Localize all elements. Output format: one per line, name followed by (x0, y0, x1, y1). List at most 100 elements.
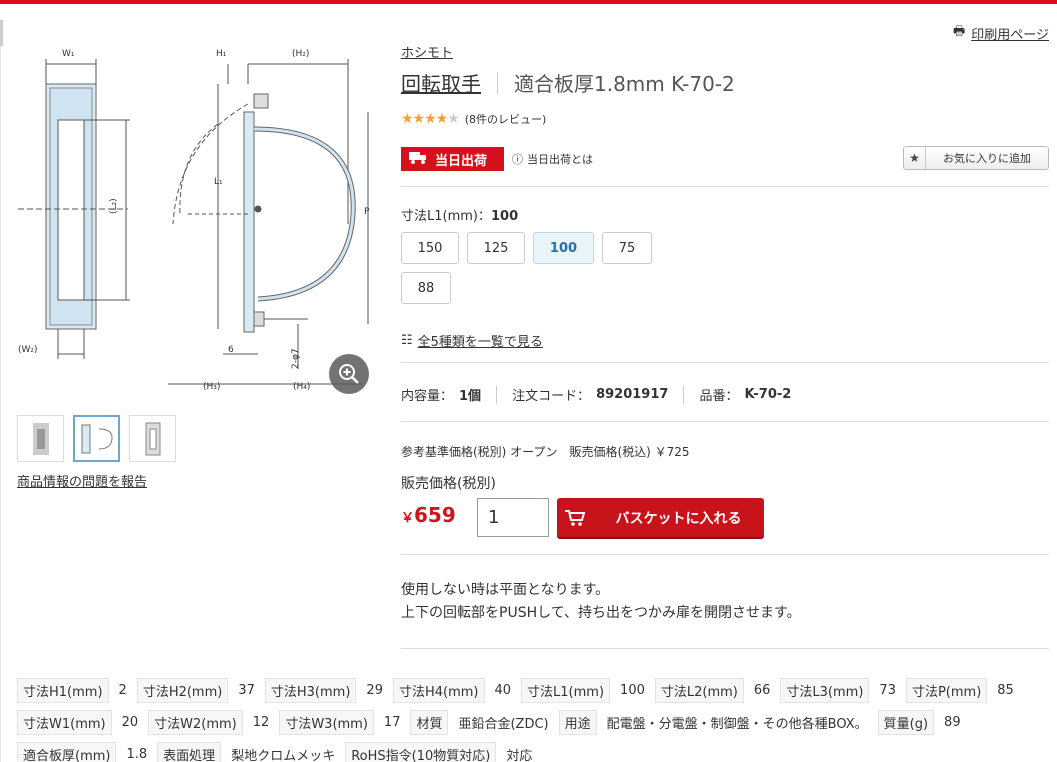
top-accent-bar (0, 0, 1057, 4)
spec-value: 40 (494, 682, 512, 698)
thumbnail-image-front (145, 422, 160, 455)
spec-key: 寸法W2(mm) (148, 709, 243, 735)
sales-price-label: 販売価格(税別) (401, 476, 496, 492)
same-day-info-label: 当日出荷とは (527, 153, 593, 166)
content-label: 内容量： (401, 389, 454, 404)
size-option-150[interactable]: 150 (401, 232, 459, 264)
add-to-basket-label: バスケットに入れる (615, 510, 742, 527)
spec-value: 2 (118, 682, 127, 698)
spec-key: 寸法L2(mm) (654, 677, 744, 703)
spec-value: 100 (620, 682, 645, 698)
spec-key: 寸法H3(mm) (264, 677, 357, 703)
add-favorite-button[interactable]: ★ お気に入りに追加 (903, 146, 1049, 170)
size-option-88[interactable]: 88 (401, 272, 451, 304)
drawing-label-w2: (W₂) (18, 345, 38, 355)
spec-value: 梨地クロムメッキ (231, 748, 336, 762)
spec-value: 29 (366, 682, 383, 698)
spec-key: 寸法L1(mm) (521, 677, 611, 703)
spec-key: 適合板厚(mm) (17, 741, 117, 762)
size-selected-value: 100 (491, 209, 519, 224)
same-day-badge: 当日出荷 (401, 147, 504, 171)
left-border (0, 22, 1, 762)
part-number-value: K-70-2 (744, 387, 792, 402)
spec-value: 66 (753, 682, 771, 698)
size-option-100[interactable]: 100 (533, 232, 594, 264)
drawing-label-w1: W₁ (62, 49, 75, 59)
description-line: 上下の回転部をPUSHして、持ち出をつかみ扉を開閉させます。 (401, 605, 801, 621)
order-code-value: 89201917 (596, 387, 669, 402)
spec-key: 寸法H1(mm) (17, 677, 109, 703)
star-rating-icon: ★★★★★ (401, 111, 460, 127)
thumbnail-1[interactable] (17, 415, 64, 462)
thumbnail-image-drawing (81, 424, 113, 453)
thumbnail-3[interactable] (129, 415, 176, 462)
view-all-variants-link[interactable]: ☷ 全5種類を一覧で見る (401, 331, 543, 350)
price-value: 659 (414, 503, 456, 527)
add-favorite-label: お気に入りに追加 (943, 152, 1031, 165)
spec-key: 寸法H2(mm) (136, 677, 229, 703)
quantity-input[interactable]: 1 (477, 498, 549, 537)
drawing-label-h3: (H₃) (203, 382, 220, 392)
thumbnail-strip (17, 415, 176, 462)
product-name[interactable]: 回転取手 (401, 68, 481, 97)
spec-row: 寸法W1(mm) 20 寸法W2(mm) 12 寸法W3(mm) 17 材質 亜鉛合金(… (17, 706, 1052, 738)
content-value: 1個 (459, 389, 482, 404)
print-page-label: 印刷用ページ (971, 27, 1049, 43)
product-subtitle: 適合板厚1.8mm K-70-2 (514, 72, 735, 96)
size-option-75[interactable]: 75 (602, 232, 652, 264)
divider (401, 421, 1049, 422)
truck-icon (409, 150, 429, 168)
spec-value: 17 (383, 714, 401, 730)
order-code-label: 注文コード： (512, 389, 591, 404)
meta-separator (683, 385, 685, 404)
spec-value: 対応 (506, 748, 533, 762)
spec-key: 寸法L3(mm) (780, 677, 870, 703)
divider (401, 186, 1049, 187)
same-day-info-link[interactable]: ⓘ 当日出荷とは (512, 151, 593, 167)
thumbnail-image-photo (32, 422, 49, 455)
spec-table: 寸法H1(mm) 2 寸法H2(mm) 37 寸法H3(mm) 29 寸法H4(mm)… (17, 674, 1052, 762)
technical-drawing: W₁ (W₂) (L₂) H₁ (H₂) L₁ P 6 2-φ7 (H₃) (H… (18, 49, 370, 392)
size-selector-label: 寸法L1(mm)：100 (401, 205, 518, 224)
sales-price: ￥659 (401, 503, 456, 527)
size-option-125[interactable]: 125 (467, 232, 525, 264)
reference-price: 参考基準価格(税別) オープン 販売価格(税込) ￥725 (401, 445, 690, 459)
divider (401, 362, 1049, 363)
spec-key: 寸法W1(mm) (17, 709, 112, 735)
rating[interactable]: ★★★★★ (8件のレビュー) (401, 111, 546, 127)
review-count: (8件のレビュー) (464, 113, 547, 126)
print-page-link[interactable]: 🖶 印刷用ページ (953, 22, 1049, 44)
spec-key: 材質 (410, 709, 449, 735)
brand-link[interactable]: ホシモト (401, 42, 453, 61)
zoom-button[interactable] (329, 354, 369, 394)
drawing-label-p: P (364, 207, 370, 217)
product-main-image[interactable]: W₁ (W₂) (L₂) H₁ (H₂) L₁ P 6 2-φ7 (H₃) (H… (8, 24, 378, 404)
report-issue-link[interactable]: 商品情報の問題を報告 (17, 471, 147, 490)
drawing-label-h4: (H₄) (293, 382, 310, 392)
product-meta: 内容量： 1個 注文コード： 89201917 品番： K-70-2 (401, 385, 791, 404)
title-separator (497, 71, 498, 94)
drawing-label-hole: 2-φ7 (291, 348, 301, 369)
spec-value: 配電盤・分電盤・制御盤・その他各種BOX。 (606, 716, 868, 732)
description-line: 使用しない時は平面となります。 (401, 582, 610, 598)
thumbnail-2[interactable] (73, 415, 120, 462)
spec-key: 寸法W3(mm) (279, 709, 374, 735)
printer-icon: 🖶 (952, 24, 966, 39)
product-title: 回転取手 適合板厚1.8mm K-70-2 (401, 68, 735, 97)
size-label-text: 寸法L1(mm)： (401, 209, 491, 224)
spec-key: 用途 (558, 709, 597, 735)
same-day-label: 当日出荷 (435, 153, 488, 169)
spec-value: 37 (238, 682, 255, 698)
drawing-label-l2: (L₂) (109, 198, 119, 214)
view-all-variants-label: 全5種類を一覧で見る (417, 335, 543, 350)
add-to-basket-button[interactable]: バスケットに入れる (557, 498, 764, 537)
spec-key: 寸法H4(mm) (392, 677, 485, 703)
spec-value: 20 (121, 714, 139, 730)
drawing-label-h1: H₁ (216, 49, 227, 59)
divider (401, 648, 1049, 649)
spec-value: 73 (879, 682, 896, 698)
product-description: 使用しない時は平面となります。 上下の回転部をPUSHして、持ち出をつかみ扉を開… (401, 579, 801, 625)
star-icon: ★ (904, 147, 926, 169)
spec-value: 12 (252, 714, 270, 730)
zoom-in-icon (339, 364, 359, 384)
